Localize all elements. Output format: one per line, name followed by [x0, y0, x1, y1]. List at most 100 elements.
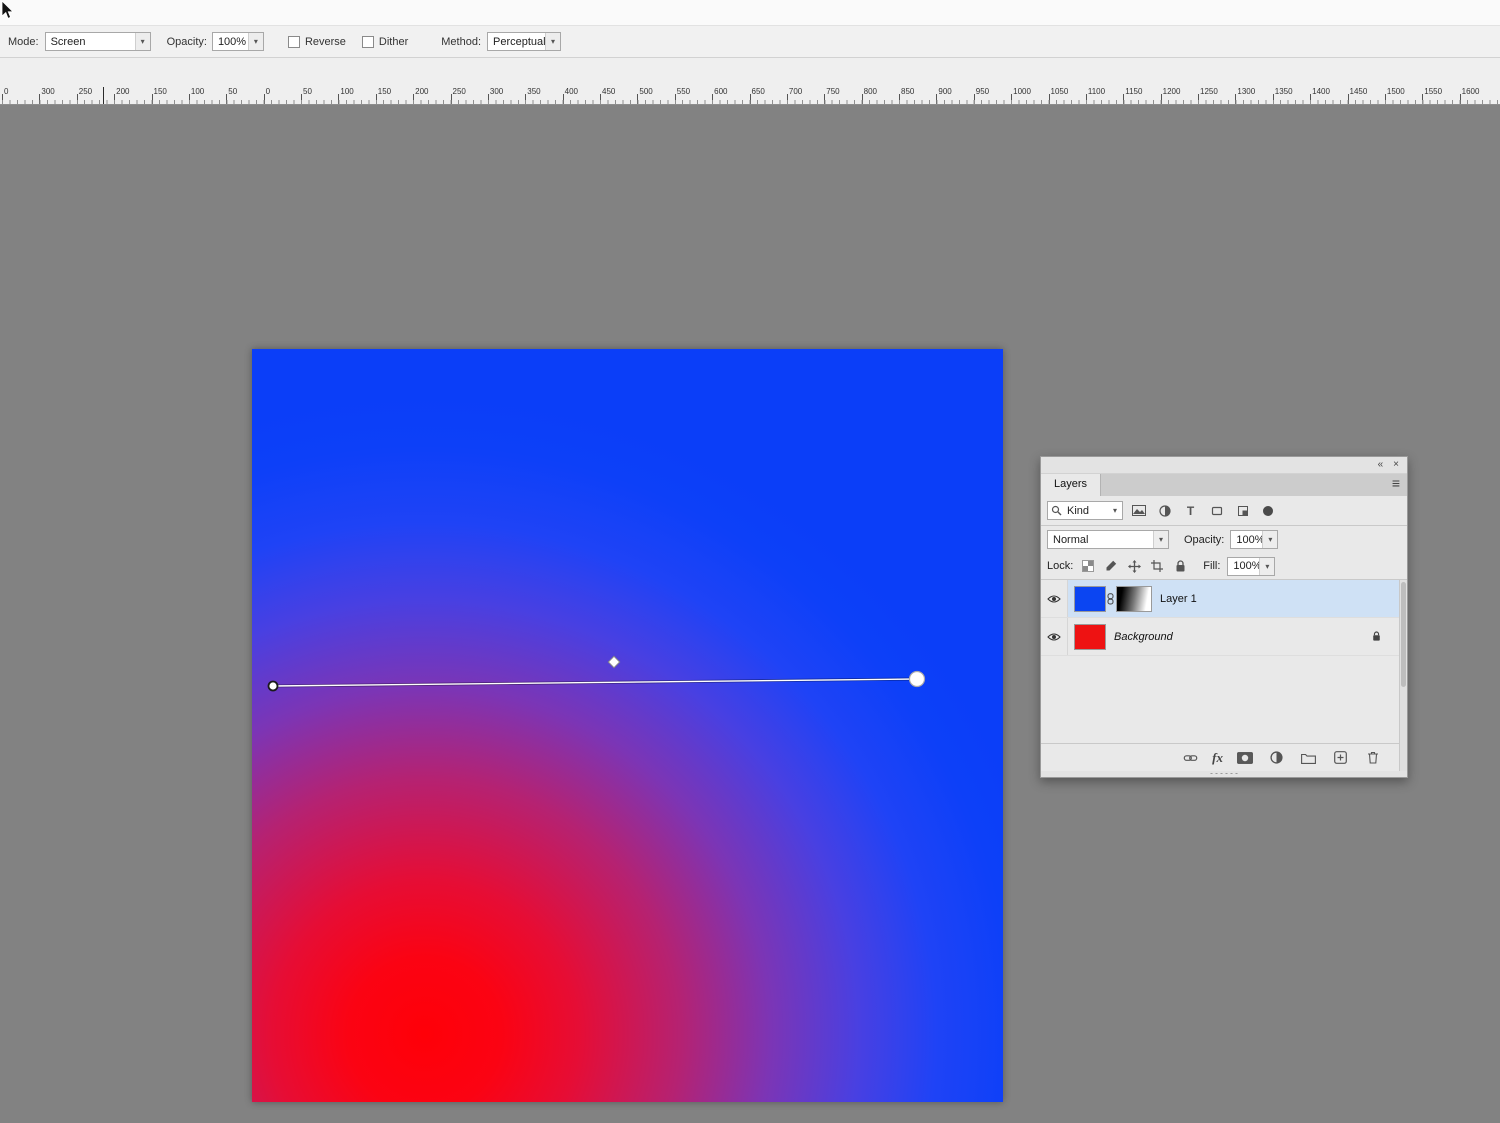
document-canvas[interactable] — [252, 349, 1003, 1102]
chevron-down-icon: ▾ — [1259, 557, 1275, 575]
mode-label: Mode: — [8, 35, 39, 48]
mode-select-value: Screen — [50, 35, 86, 48]
ruler-tick: 1550 — [1422, 87, 1442, 104]
ruler-tick: 1050 — [1048, 87, 1068, 104]
tool-options-bar: Mode: Screen ▾ Opacity: 100% ▾ Reverse D… — [0, 26, 1500, 58]
gradient-end-handle[interactable] — [908, 670, 926, 688]
ruler[interactable]: 0 300 250 200 150 100 50 0 50 100 150 200 250 300 350 4… — [0, 87, 1500, 105]
ruler-tick: 850 — [899, 87, 914, 104]
eye-icon — [1047, 632, 1061, 641]
new-adjustment-layer-icon[interactable] — [1266, 748, 1287, 767]
ruler-tick: 0 — [263, 87, 270, 104]
lock-artboard-icon[interactable] — [1149, 557, 1165, 576]
new-group-icon[interactable] — [1298, 748, 1319, 767]
layer-effects-icon[interactable]: fx — [1212, 751, 1223, 764]
panel-opacity-value: 100% — [1236, 533, 1263, 546]
ruler-tick: 50 — [226, 87, 237, 104]
collapse-panel-icon[interactable]: « — [1378, 460, 1384, 470]
filter-shape-layers-icon[interactable] — [1206, 501, 1227, 520]
reverse-checkbox[interactable] — [287, 35, 300, 48]
mask-link-icon[interactable] — [1107, 592, 1114, 605]
filtering-toggle-icon[interactable] — [1263, 505, 1273, 516]
filter-kind-select[interactable]: Kind ▾ — [1047, 501, 1123, 520]
delete-layer-icon[interactable] — [1362, 748, 1383, 767]
method-label: Method: — [441, 35, 481, 48]
filter-type-layers-icon[interactable]: T — [1180, 501, 1201, 520]
ruler-tick: 1400 — [1310, 87, 1330, 104]
ruler-tick: 300 — [487, 87, 503, 104]
ruler-tick: 550 — [674, 87, 690, 104]
mode-select[interactable]: Screen ▾ — [44, 32, 151, 51]
gradient-start-handle[interactable] — [267, 680, 279, 692]
layer-filter-row: Kind ▾ T — [1041, 496, 1407, 526]
filter-pixel-layers-icon[interactable] — [1128, 501, 1149, 520]
layer-name[interactable]: Layer 1 — [1160, 593, 1197, 605]
ruler-tick: 1200 — [1160, 87, 1180, 104]
panel-resize-grip[interactable] — [1041, 771, 1407, 777]
new-layer-icon[interactable] — [1330, 748, 1351, 767]
blend-mode-value: Normal — [1053, 533, 1089, 546]
options-sub-band — [0, 58, 1500, 87]
opacity-label: Opacity: — [166, 35, 207, 48]
chevron-down-icon: ▾ — [247, 33, 263, 50]
search-icon — [1051, 505, 1062, 516]
ruler-tick: 900 — [936, 87, 952, 104]
gradient-line[interactable] — [272, 678, 918, 687]
chevron-down-icon: ▾ — [545, 33, 560, 50]
ruler-tick: 1600 — [1459, 87, 1479, 104]
layer1-thumbnail[interactable] — [1074, 585, 1106, 612]
lock-image-pixels-icon[interactable] — [1103, 557, 1119, 576]
layers-scrollbar[interactable] — [1399, 580, 1407, 771]
filter-adjustment-layers-icon[interactable] — [1154, 501, 1175, 520]
ruler-tick: 150 — [151, 87, 167, 104]
scrollbar-thumb[interactable] — [1401, 582, 1406, 687]
lock-all-icon[interactable] — [1172, 557, 1188, 576]
layer1-mask-thumbnail[interactable] — [1116, 585, 1152, 612]
filter-kind-value: Kind — [1067, 504, 1090, 517]
ruler-tick: 1250 — [1198, 87, 1218, 104]
ruler-tick: 950 — [973, 87, 989, 104]
ruler-tick: 350 — [525, 87, 541, 104]
panel-tab-row: Layers ≡ — [1041, 474, 1407, 496]
layer1-visibility-toggle[interactable] — [1041, 580, 1068, 617]
lock-position-icon[interactable] — [1126, 557, 1142, 576]
background-thumbnail[interactable] — [1074, 623, 1106, 650]
close-panel-icon[interactable]: × — [1393, 460, 1399, 470]
ruler-tick: 100 — [338, 87, 354, 104]
chevron-down-icon: ▾ — [1153, 531, 1168, 548]
gradient-midpoint-handle[interactable] — [607, 655, 621, 669]
blend-mode-select[interactable]: Normal ▾ — [1047, 530, 1169, 549]
method-select[interactable]: Perceptual ▾ — [487, 32, 561, 51]
fill-label: Fill: — [1203, 560, 1221, 572]
tab-layers[interactable]: Layers — [1041, 474, 1102, 496]
lock-label: Lock: — [1047, 560, 1074, 572]
ruler-tick: 300 — [39, 87, 55, 104]
background-visibility-toggle[interactable] — [1041, 618, 1068, 655]
lock-transparent-pixels-icon[interactable] — [1080, 557, 1096, 576]
dither-label: Dither — [378, 35, 409, 48]
ruler-tick: 200 — [413, 87, 428, 104]
add-layer-mask-icon[interactable] — [1234, 748, 1255, 767]
fill-select[interactable]: 100% ▾ — [1227, 556, 1276, 576]
opacity-select[interactable]: 100% ▾ — [211, 32, 264, 51]
link-layers-icon[interactable] — [1180, 748, 1201, 767]
ruler-tick: 500 — [637, 87, 653, 104]
chevron-down-icon: ▾ — [134, 33, 150, 50]
ruler-tick: 250 — [76, 87, 92, 104]
ruler-tick: 800 — [861, 87, 877, 104]
dither-checkbox[interactable] — [361, 35, 374, 48]
layer-row-layer1[interactable]: Layer 1 — [1041, 580, 1407, 618]
filter-smart-objects-icon[interactable] — [1232, 501, 1253, 520]
blend-row: Normal ▾ Opacity: 100% ▾ — [1041, 526, 1407, 553]
background-lock-icon — [1372, 631, 1381, 642]
layer-row-background[interactable]: Background — [1041, 618, 1407, 656]
ruler-tick: 150 — [375, 87, 391, 104]
ruler-tick: 1450 — [1347, 87, 1367, 104]
layer-name[interactable]: Background — [1114, 631, 1173, 643]
ruler-tick: 400 — [562, 87, 578, 104]
ruler-tick: 650 — [749, 87, 765, 104]
fill-value: 100% — [1233, 560, 1260, 572]
panel-menu-icon[interactable]: ≡ — [1392, 476, 1400, 490]
method-select-value: Perceptual — [493, 35, 545, 48]
panel-opacity-select[interactable]: 100% ▾ — [1230, 530, 1279, 549]
